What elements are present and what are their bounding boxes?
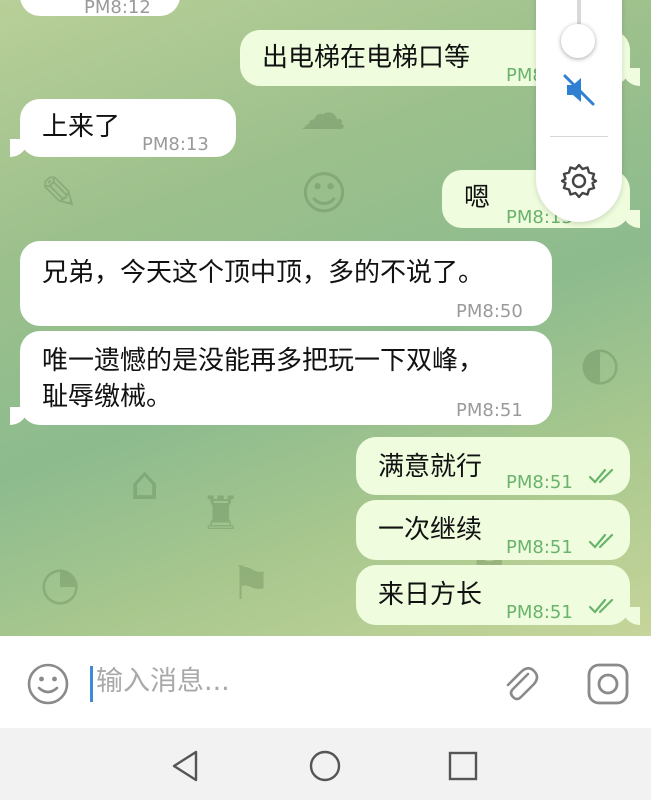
message-bubble-incoming[interactable]: PM8:12 [20, 0, 180, 18]
wallpaper-doodle: ♜ [200, 486, 242, 540]
system-nav-bar [0, 728, 651, 800]
bubble-tail [10, 407, 28, 425]
message-time: PM8:50 [456, 301, 523, 322]
message-text: 上来了 [42, 112, 121, 142]
bubble-tail [622, 607, 640, 625]
bubble-tail [10, 139, 28, 157]
read-receipt-icon [588, 598, 614, 614]
chat-area[interactable]: ✿ ⌂ ♜ ◔ ◐ ☁ ✎ ☺ ⚑ PM8:12 出电梯在电梯口等 PM8:12… [0, 0, 651, 636]
message-bubble-incoming[interactable]: 唯一遗憾的是没能再多把玩一下双峰， 耻辱缴械。 PM8:51 [20, 331, 552, 425]
message-input-bar: 输入消息... [0, 636, 651, 728]
read-receipt-icon [588, 533, 614, 549]
wallpaper-doodle: ⚑ [230, 556, 272, 610]
message-bubble-outgoing[interactable]: 一次继续 PM8:51 [356, 500, 630, 560]
recents-square-icon[interactable] [443, 746, 483, 786]
volume-slider-knob[interactable] [561, 24, 595, 58]
message-text: 来日方长 [378, 580, 483, 610]
wallpaper-doodle: ⌂ [130, 456, 160, 510]
message-bubble-outgoing[interactable]: 来日方长 PM8:51 [356, 565, 630, 625]
home-circle-icon[interactable] [305, 746, 345, 786]
message-bubble-incoming[interactable]: 上来了 PM8:13 [20, 99, 236, 157]
message-bubble-outgoing[interactable]: 满意就行 PM8:51 [356, 437, 630, 495]
message-text-line1: 唯一遗憾的是没能再多把玩一下双峰， [42, 346, 485, 376]
message-time: PM8:51 [506, 537, 573, 558]
camera-icon[interactable] [586, 662, 630, 706]
message-text: 一次继续 [378, 515, 483, 545]
wallpaper-doodle: ◐ [580, 336, 621, 390]
volume-divider [550, 136, 608, 137]
message-time: PM8:12 [84, 0, 151, 18]
message-text-line2: 耻辱缴械。 [42, 382, 173, 412]
volume-panel[interactable] [536, 0, 622, 222]
wallpaper-doodle: ☁ [300, 86, 346, 140]
speaker-muted-icon[interactable] [561, 72, 597, 108]
message-bubble-incoming[interactable]: 兄弟，今天这个顶中顶，多的不说了。 PM8:50 [20, 241, 552, 326]
paperclip-icon[interactable] [498, 662, 542, 706]
message-text: 兄弟，今天这个顶中顶，多的不说了。 [42, 258, 485, 288]
back-triangle-icon[interactable] [166, 746, 206, 786]
message-time: PM8:51 [506, 602, 573, 623]
message-text: 满意就行 [378, 452, 483, 482]
message-time: PM8:51 [456, 400, 523, 421]
bubble-tail [622, 68, 640, 86]
emoji-icon[interactable] [26, 662, 70, 706]
bubble-tail [622, 210, 640, 228]
message-time: PM8:51 [506, 472, 573, 493]
wallpaper-doodle: ◔ [40, 556, 81, 610]
wallpaper-doodle: ✎ [40, 166, 79, 220]
message-text: 嗯 [464, 183, 491, 213]
message-input[interactable]: 输入消息... [90, 660, 486, 704]
gear-icon[interactable] [558, 160, 600, 202]
message-time: PM8:13 [142, 134, 209, 155]
wallpaper-doodle: ☺ [300, 166, 348, 220]
read-receipt-icon [588, 468, 614, 484]
message-text: 出电梯在电梯口等 [262, 43, 471, 73]
